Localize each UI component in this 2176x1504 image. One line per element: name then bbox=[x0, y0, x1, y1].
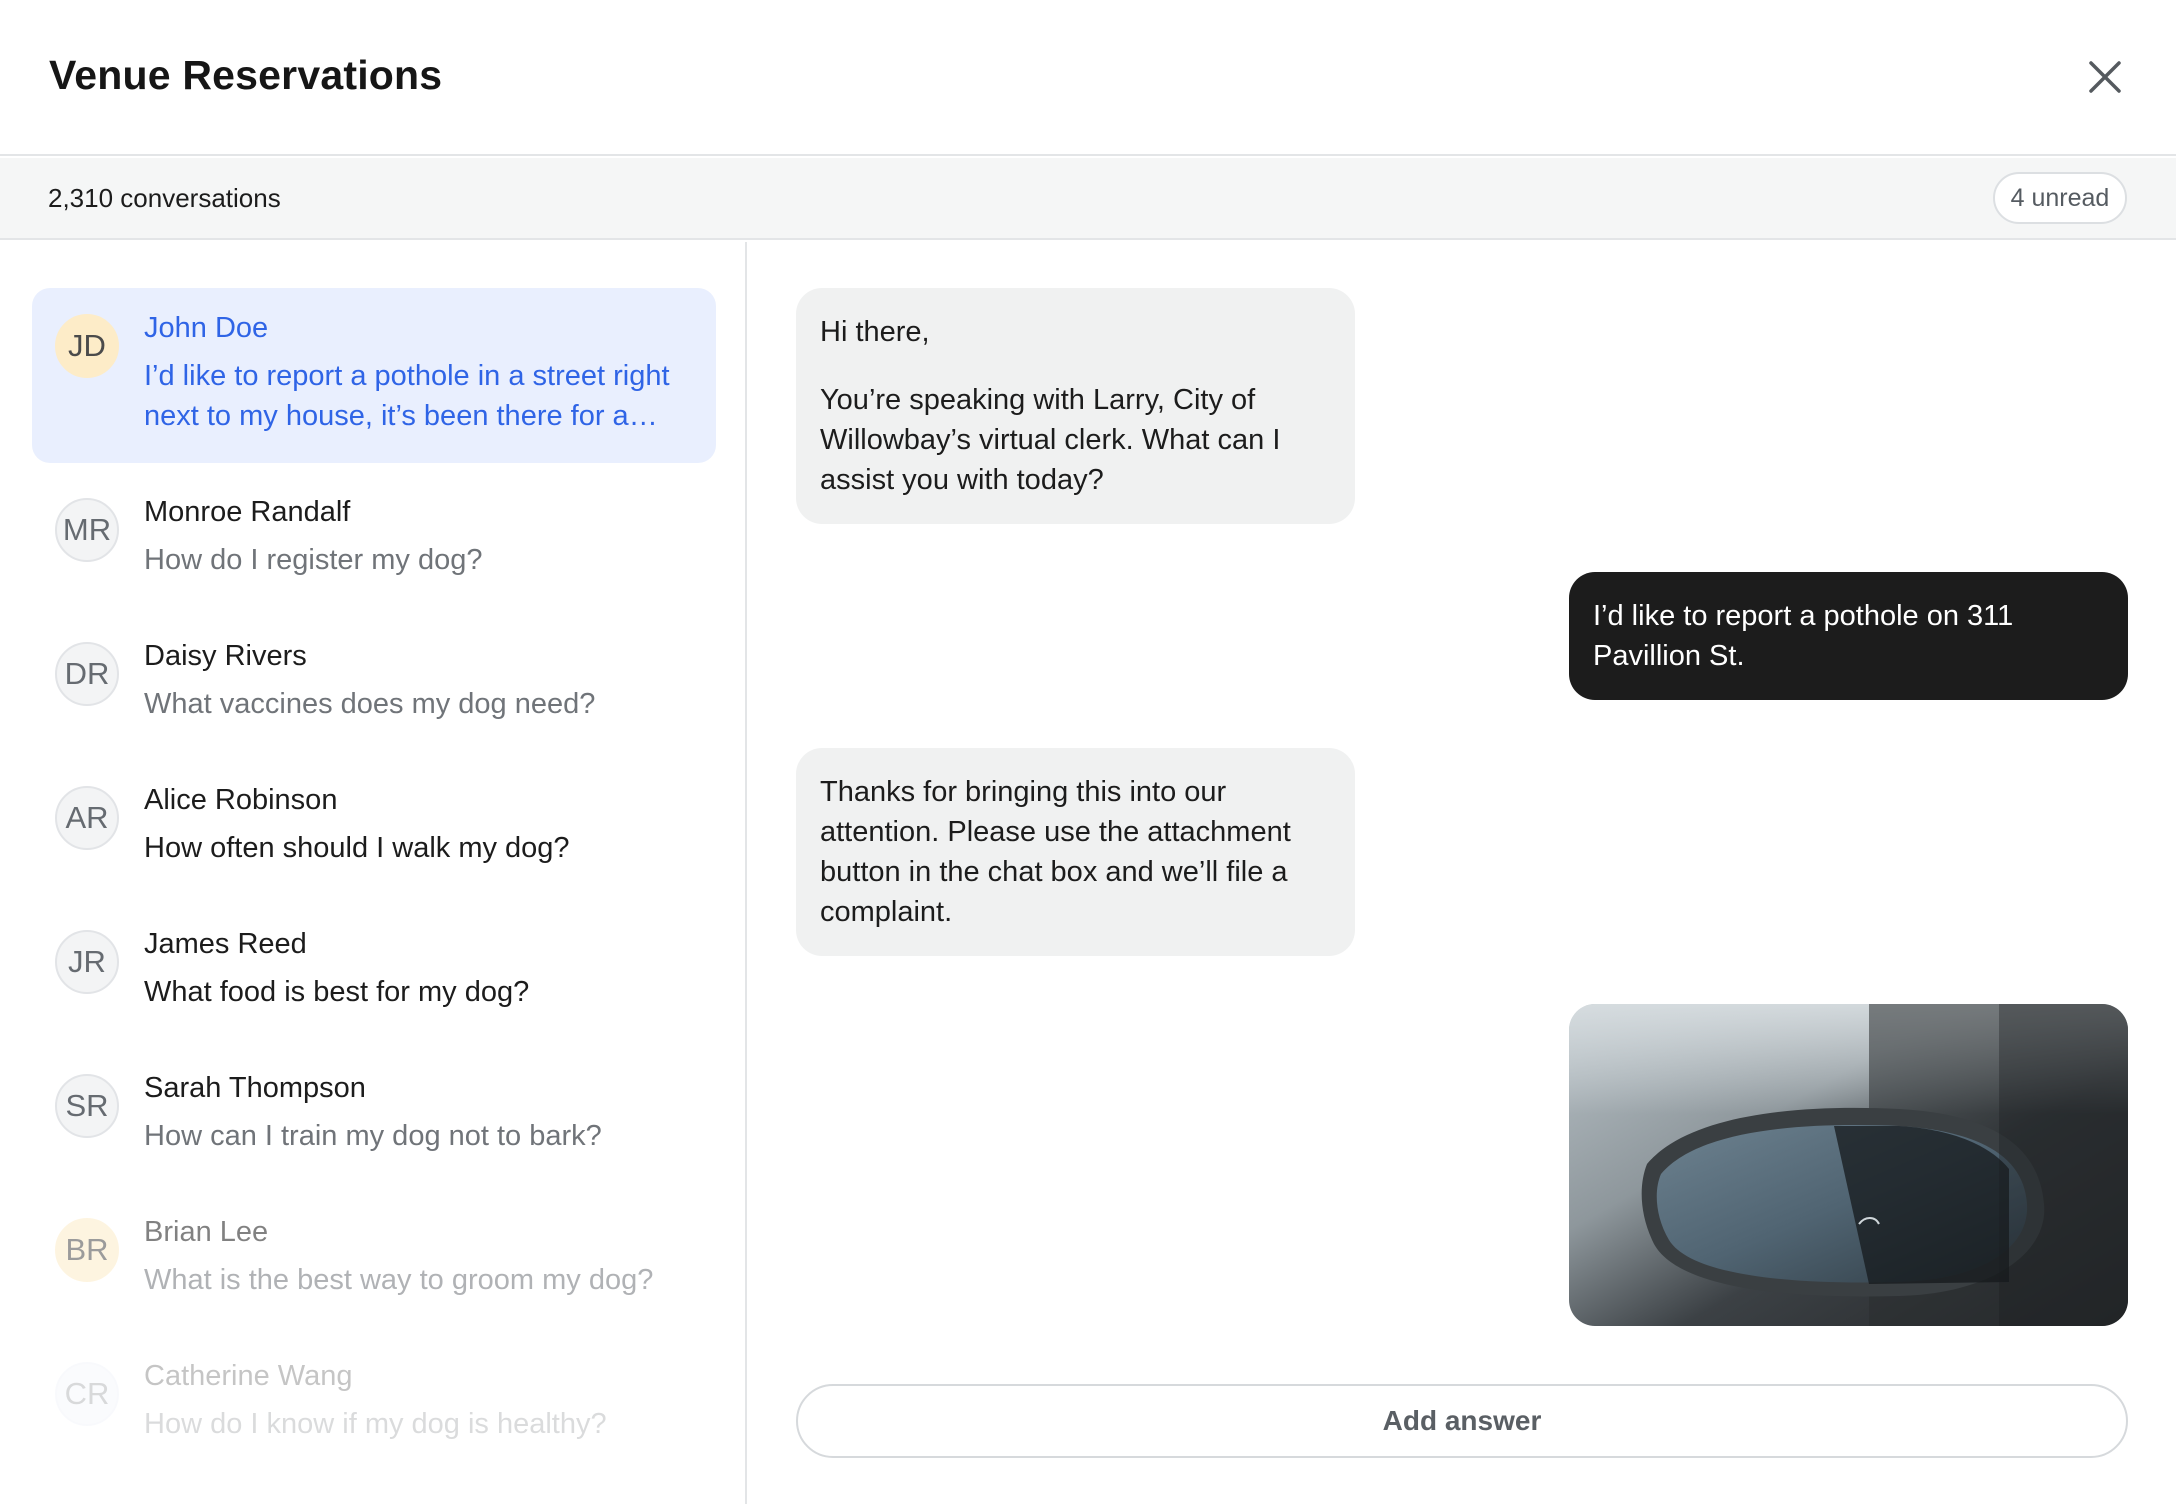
conversation-name: Alice Robinson bbox=[144, 784, 338, 816]
conversation-item-alice-robinson[interactable]: AR Alice Robinson How often should I wal… bbox=[32, 760, 716, 900]
bot-message: Hi there, You’re speaking with Larry, Ci… bbox=[796, 288, 1355, 524]
avatar: SR bbox=[55, 1074, 119, 1138]
conversation-name: James Reed bbox=[144, 928, 307, 960]
conversation-name: Daisy Rivers bbox=[144, 640, 307, 672]
conversation-count: 2,310 conversations bbox=[48, 183, 281, 213]
message-text: Thanks for bringing this into our attent… bbox=[820, 776, 1291, 928]
conversation-name: John Doe bbox=[144, 312, 269, 344]
message-text: You’re speaking with Larry, City of Will… bbox=[820, 384, 1281, 496]
conversation-preview: What vaccines does my dog need? bbox=[144, 688, 596, 720]
conversation-item-daisy-rivers[interactable]: DR Daisy Rivers What vaccines does my do… bbox=[32, 616, 716, 756]
conversation-preview: How can I train my dog not to bark? bbox=[144, 1120, 602, 1152]
conversation-preview: How often should I walk my dog? bbox=[144, 832, 570, 864]
header: Venue Reservations bbox=[0, 0, 2176, 156]
conversation-preview: How do I register my dog? bbox=[144, 544, 483, 576]
conversation-name: Catherine Wang bbox=[144, 1360, 353, 1392]
unread-badge[interactable]: 4 unread bbox=[1993, 172, 2127, 224]
avatar: CR bbox=[55, 1362, 119, 1426]
pothole-photo bbox=[1569, 1004, 2128, 1326]
conversation-item-catherine-wang[interactable]: CR Catherine Wang How do I know if my do… bbox=[32, 1336, 716, 1476]
conversation-preview: I’d like to report a pothole in a street… bbox=[144, 360, 670, 432]
close-button[interactable] bbox=[2080, 52, 2130, 102]
conversation-preview: What food is best for my dog? bbox=[144, 976, 530, 1008]
conversation-name: Brian Lee bbox=[144, 1216, 269, 1248]
avatar: AR bbox=[55, 786, 119, 850]
message-text: Hi there, bbox=[820, 316, 930, 348]
conversation-item-james-reed[interactable]: JR James Reed What food is best for my d… bbox=[32, 904, 716, 1044]
app-window: Venue Reservations 2,310 conversations 4… bbox=[0, 0, 2176, 1504]
conversation-list: JD John Doe I’d like to report a pothole… bbox=[0, 242, 747, 1504]
avatar: JR bbox=[55, 930, 119, 994]
message-text: I’d like to report a pothole on 311 Pavi… bbox=[1593, 600, 2014, 672]
avatar: DR bbox=[55, 642, 119, 706]
bot-message: Thanks for bringing this into our attent… bbox=[796, 748, 1355, 956]
conversation-name: Sarah Thompson bbox=[144, 1072, 366, 1104]
page-title: Venue Reservations bbox=[49, 52, 443, 98]
avatar: MR bbox=[55, 498, 119, 562]
conversation-item-sarah-thompson[interactable]: SR Sarah Thompson How can I train my dog… bbox=[32, 1048, 716, 1188]
add-answer-button[interactable]: Add answer bbox=[796, 1384, 2128, 1458]
user-message: I’d like to report a pothole on 311 Pavi… bbox=[1569, 572, 2128, 700]
conversation-item-john-doe[interactable]: JD John Doe I’d like to report a pothole… bbox=[32, 288, 716, 463]
conversation-item-brian-lee[interactable]: BR Brian Lee What is the best way to gro… bbox=[32, 1192, 716, 1332]
conversation-item-monroe-randalf[interactable]: MR Monroe Randalf How do I register my d… bbox=[32, 472, 716, 612]
avatar: BR bbox=[55, 1218, 119, 1282]
conversation-name: Monroe Randalf bbox=[144, 496, 351, 528]
avatar: JD bbox=[55, 314, 119, 378]
close-icon bbox=[2089, 61, 2121, 93]
chat-panel: Hi there, You’re speaking with Larry, Ci… bbox=[749, 242, 2176, 1504]
pothole-photo-attachment[interactable] bbox=[1569, 1004, 2128, 1326]
conversation-preview: How do I know if my dog is healthy? bbox=[144, 1408, 607, 1440]
conversation-summary-bar: 2,310 conversations 4 unread bbox=[0, 158, 2176, 240]
conversation-preview: What is the best way to groom my dog? bbox=[144, 1264, 654, 1296]
